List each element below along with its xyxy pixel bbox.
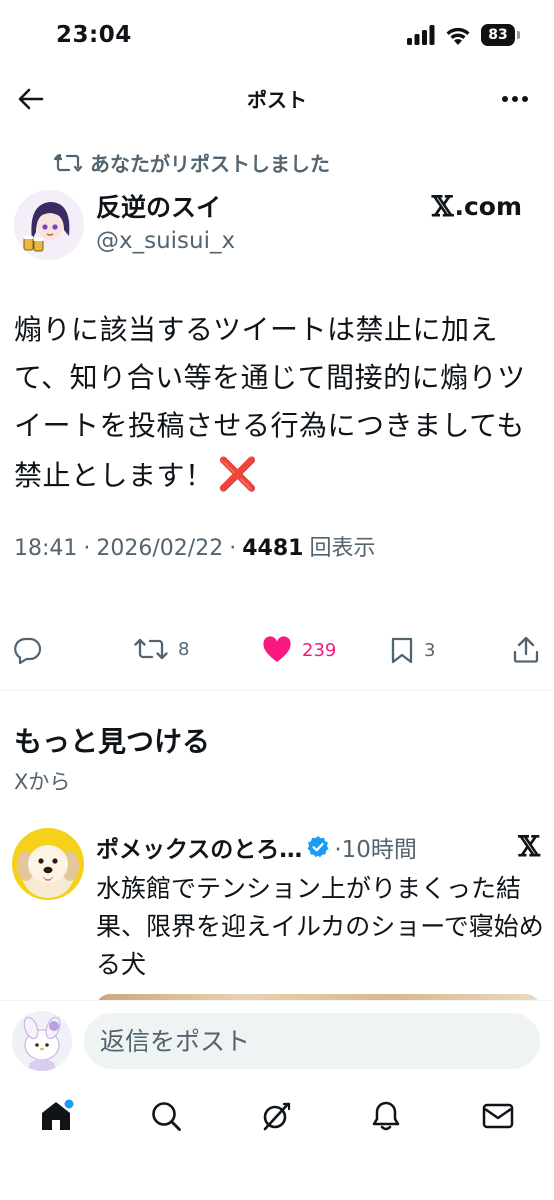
- view-count[interactable]: 4481: [242, 536, 303, 561]
- recommended-text[interactable]: 水族館でテンション上がりまくった結果、限界を迎えイルカのショーで寝始める犬: [96, 870, 546, 984]
- section-divider: [0, 690, 554, 691]
- repost-indicator[interactable]: あなたがリポストしました: [54, 148, 330, 177]
- repost-count: 8: [178, 638, 190, 660]
- post-time[interactable]: 18:41: [14, 536, 77, 561]
- x-logo-icon: 𝕏: [431, 190, 454, 223]
- my-avatar-image: [12, 1011, 72, 1071]
- home-icon: [42, 1099, 74, 1130]
- post-header: ポスト: [0, 76, 554, 122]
- signal-icon: [407, 25, 435, 45]
- repost-icon: [134, 638, 168, 660]
- tab-notifications[interactable]: [366, 1096, 406, 1136]
- share-icon: [513, 636, 539, 663]
- battery-tip: [517, 31, 520, 39]
- post-text: 煽りに該当するツイートは禁止に加えて、知り合い等を通じて間接的に煽りツイートを投…: [14, 313, 526, 492]
- reply-icon: [14, 637, 42, 664]
- reply-bar: [0, 1000, 554, 1076]
- author-avatar-image: [14, 190, 84, 260]
- recommended-time: ·10時間: [334, 837, 417, 863]
- tab-grok[interactable]: [256, 1096, 296, 1136]
- recommended-author[interactable]: ポメックスのとろ… ·10時間: [96, 830, 417, 864]
- discover-title: もっと見つける: [14, 725, 211, 758]
- like-button[interactable]: 239: [262, 636, 336, 664]
- author-link-text: .com: [454, 192, 522, 221]
- bookmark-button[interactable]: 3: [390, 636, 435, 664]
- status-bar: 23:04 83: [0, 0, 554, 76]
- grok-icon: [263, 1102, 291, 1131]
- meta-separator: ·: [229, 536, 237, 561]
- repost-note-text: あなたがリポストしました: [90, 152, 330, 176]
- bookmark-count: 3: [424, 639, 436, 661]
- author-name[interactable]: 反逆のスイ: [96, 188, 221, 224]
- share-button[interactable]: [512, 636, 540, 664]
- more-options-button[interactable]: [498, 82, 532, 116]
- recommended-author-name: ポメックスのとろ…: [96, 837, 303, 863]
- post-meta: 18:41 · 2026/02/22 · 4481 回表示: [14, 530, 375, 562]
- like-count: 239: [302, 639, 337, 661]
- battery-level: 83: [481, 24, 515, 46]
- more-icon: [502, 96, 528, 102]
- author-link[interactable]: 𝕏 .com: [432, 190, 522, 223]
- status-time: 23:04: [56, 22, 132, 48]
- battery-indicator: 83: [481, 24, 520, 46]
- recommended-avatar[interactable]: [12, 828, 84, 900]
- x-logo-icon: 𝕏: [518, 830, 540, 863]
- status-icons: 83: [407, 24, 520, 46]
- dog-avatar-image: [12, 828, 84, 900]
- bookmark-icon: [391, 637, 413, 664]
- bottom-tab-bar: [0, 1076, 554, 1200]
- meta-separator: ·: [83, 536, 91, 561]
- bell-icon: [372, 1101, 400, 1131]
- verified-icon: [307, 836, 329, 858]
- reply-input[interactable]: [84, 1013, 540, 1069]
- search-icon: [152, 1102, 181, 1131]
- cross-mark-emoji: ❌: [217, 455, 258, 493]
- post-date[interactable]: 2026/02/22: [96, 536, 223, 561]
- view-count-label: 回表示: [309, 536, 376, 561]
- post-actions: 8 239 3: [0, 636, 554, 672]
- post-body: 煽りに該当するツイートは禁止に加えて、知り合い等を通じて間接的に煽りツイートを投…: [14, 306, 542, 500]
- author-handle[interactable]: @x_suisui_x: [96, 228, 235, 254]
- screen: 23:04 83 ポスト あなたがリポストしました 反逆のスイ @x_suisu…: [0, 0, 554, 1200]
- mail-icon: [482, 1103, 514, 1129]
- page-title: ポスト: [247, 88, 307, 112]
- discover-subtitle: Xから: [14, 770, 71, 794]
- author-avatar[interactable]: [14, 190, 84, 260]
- tab-search[interactable]: [146, 1096, 186, 1136]
- tab-home[interactable]: [36, 1096, 76, 1136]
- tab-messages[interactable]: [478, 1096, 518, 1136]
- repost-button[interactable]: 8: [134, 636, 189, 662]
- heart-icon: [263, 636, 291, 662]
- my-avatar[interactable]: [12, 1011, 72, 1071]
- repost-icon: [54, 153, 82, 172]
- wifi-icon: [446, 27, 470, 45]
- reply-button[interactable]: [14, 636, 42, 664]
